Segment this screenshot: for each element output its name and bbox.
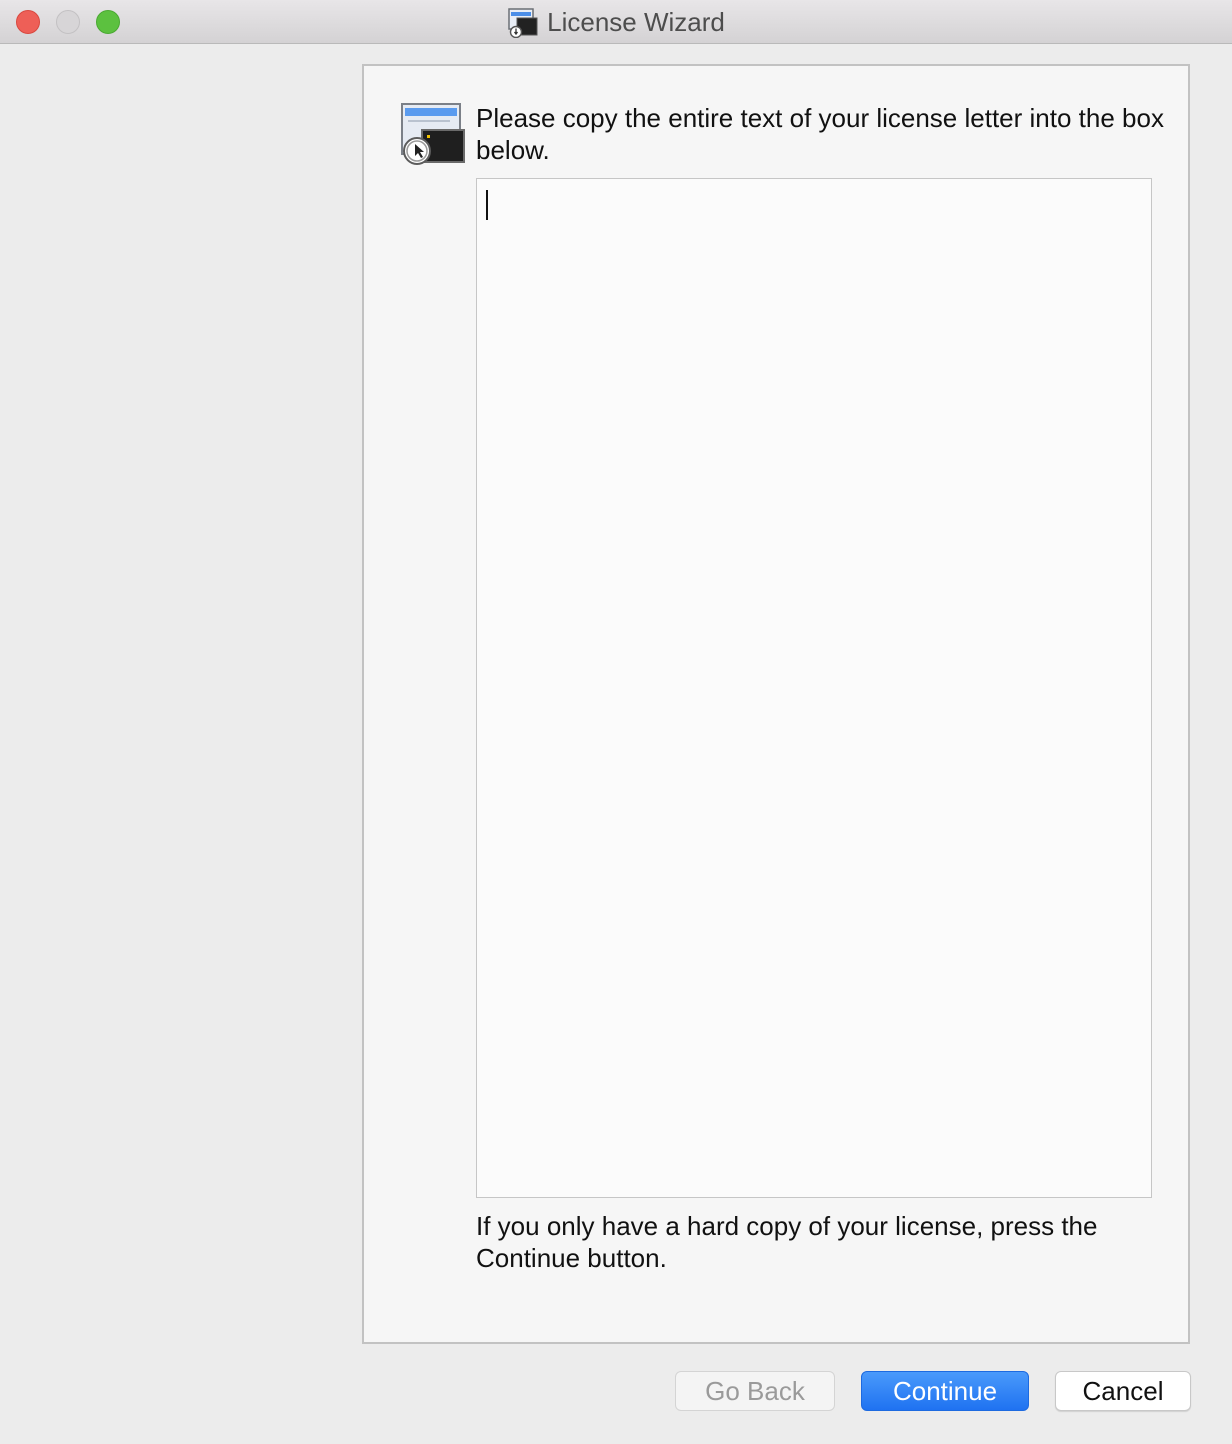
instruction-text: Please copy the entire text of your lice… [476, 103, 1164, 165]
license-wizard-icon [401, 103, 465, 165]
title-bar[interactable]: License Wizard [0, 0, 1232, 44]
go-back-button[interactable]: Go Back [675, 1371, 835, 1411]
cancel-button[interactable]: Cancel [1055, 1371, 1191, 1411]
license-text-input[interactable] [476, 178, 1152, 1198]
window-title-group: License Wizard [0, 0, 1232, 44]
license-wizard-title-icon [508, 8, 538, 38]
wizard-content-panel: Please copy the entire text of your lice… [362, 64, 1190, 1344]
license-wizard-window: License Wizard Please copy the entire te… [0, 0, 1232, 1444]
hard-copy-note: If you only have a hard copy of your lic… [476, 1211, 1098, 1273]
text-cursor [486, 190, 488, 220]
continue-button[interactable]: Continue [861, 1371, 1029, 1411]
window-title: License Wizard [547, 6, 725, 37]
